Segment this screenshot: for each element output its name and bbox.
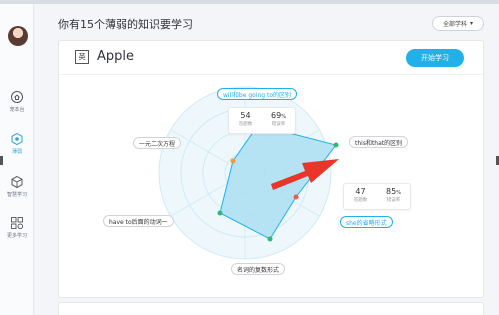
sidebar-item-weak[interactable]: 薄弱 [0, 132, 34, 155]
chevron-down-icon: ▾ [470, 20, 474, 27]
left-edge-handle [0, 156, 3, 165]
radar-label-will-be-going-to[interactable]: will和be going to的区别 [217, 88, 298, 100]
weak-points-icon [11, 132, 23, 146]
radar-label-have-to-verb[interactable]: have to后面的动词一 [103, 215, 174, 227]
next-card [58, 302, 484, 315]
sidebar-item-label: 更多学习 [6, 233, 27, 239]
page-title: 你有15个薄弱的知识要学习 [58, 18, 193, 31]
smart-learning-icon [11, 175, 23, 189]
stat-card: 54 答题数 69% 错误率 [228, 107, 296, 134]
radar-point[interactable] [333, 142, 339, 148]
more-learning-icon [11, 217, 24, 230]
sidebar-item-smart-learning[interactable]: 智慧学习 [0, 175, 34, 198]
radar-chart [158, 86, 339, 260]
stat-count-caption: 答题数 [353, 198, 368, 203]
subject-filter-dropdown[interactable]: 全部学科 ▾ [432, 16, 484, 31]
stat-count-value: 47 [355, 187, 366, 196]
sidebar-item-more-learning[interactable]: 更多学习 [0, 216, 34, 239]
subject-filter-label: 全部学科 [442, 21, 467, 28]
app-window: 宠本台 薄弱 智慧学习 更多学习 你有15个薄弱的知识要学习 全部学科 ▾ 英 … [0, 0, 499, 315]
stat-count-caption: 答题数 [238, 122, 253, 127]
radar-label-noun-plural[interactable]: 名词的复数形式 [231, 263, 286, 275]
stat-rate-caption: 错误率 [386, 198, 401, 203]
sidebar-item-label: 宠本台 [9, 107, 25, 113]
top-strip [0, 0, 499, 4]
stat-card: 47 答题数 85% 错误率 [343, 183, 411, 210]
radar-label-this-that[interactable]: this和that的区别 [349, 136, 409, 148]
sidebar: 宠本台 薄弱 智慧学习 更多学习 [0, 4, 34, 315]
avatar[interactable] [8, 26, 28, 46]
home-icon [11, 91, 23, 103]
knowledge-card: 英 Apple 开始学习 will和be going to的区别 this和th… [58, 40, 485, 298]
stat-count-value: 54 [240, 111, 251, 120]
stat-answer-count: 47 答题数 [344, 184, 377, 209]
radar-label-she-contraction[interactable]: she的省略形式 [340, 216, 393, 228]
stat-answer-count: 54 答题数 [229, 108, 262, 133]
radar-point[interactable] [217, 210, 223, 216]
stat-error-rate: 85% 错误率 [377, 184, 410, 209]
sidebar-item-home[interactable]: 宠本台 [0, 90, 34, 113]
sidebar-item-label: 智慧学习 [6, 192, 27, 198]
radar-point[interactable] [267, 236, 273, 242]
stat-rate-value: 85% [386, 187, 401, 196]
stat-rate-value: 69% [271, 111, 286, 120]
sidebar-item-label: 薄弱 [11, 149, 22, 155]
radar-point[interactable] [293, 194, 299, 200]
stat-error-rate: 69% 错误率 [262, 108, 295, 133]
radar-label-quadratic-equation[interactable]: 一元二次方程 [133, 137, 182, 149]
radar-point[interactable] [230, 158, 236, 164]
stat-rate-caption: 错误率 [271, 122, 286, 127]
